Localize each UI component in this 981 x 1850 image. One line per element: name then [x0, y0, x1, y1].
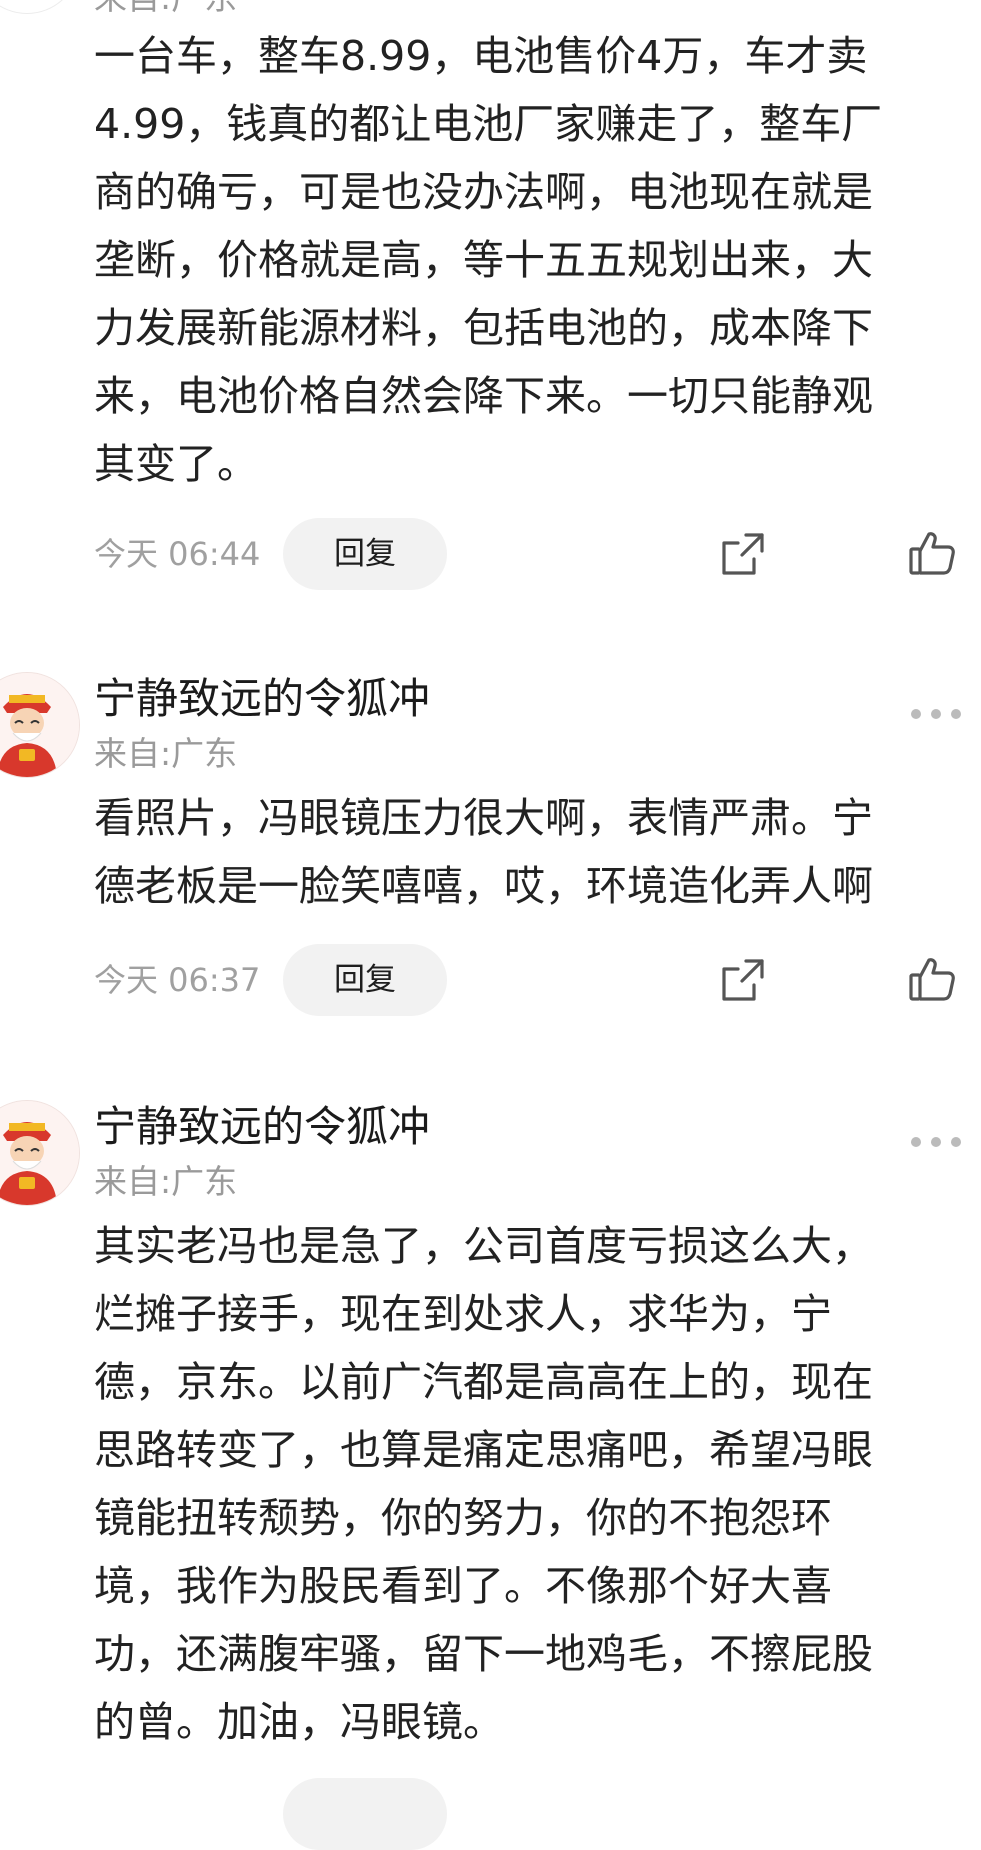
comment-time: 今天 06:37 — [94, 961, 261, 999]
comment-line: 4.99，钱真的都让电池厂家赚走了，整车厂 — [94, 100, 883, 148]
comment-line: 力发展新能源材料，包括电池的，成本降下 — [94, 304, 873, 352]
comment-line: 功，还满腹牢骚，留下一地鸡毛，不擦屁股 — [94, 1630, 873, 1678]
share-icon[interactable] — [720, 957, 766, 1003]
avatar[interactable] — [0, 0, 80, 14]
reply-button[interactable]: 回复 — [283, 518, 447, 590]
thumbs-up-icon[interactable] — [908, 955, 956, 1003]
comment-line: 其实老冯也是急了，公司首度亏损这么大， — [94, 1222, 873, 1270]
comment-line: 看照片，冯眼镜压力很大啊，表情严肃。宁 — [94, 794, 873, 842]
more-horizontal-icon[interactable] — [908, 702, 964, 726]
share-icon[interactable] — [720, 531, 766, 577]
comment-text: 其实老冯也是急了，公司首度亏损这么大， 烂摊子接手，现在到处求人，求华为，宁 德… — [94, 1212, 964, 1756]
location-label: 来自:广东 — [94, 0, 237, 18]
comment-text: 看照片，冯眼镜压力很大啊，表情严肃。宁 德老板是一脸笑嘻嘻，哎，环境造化弄人啊 — [94, 784, 964, 920]
location-label: 来自:广东 — [94, 734, 238, 773]
avatar[interactable] — [0, 672, 80, 778]
more-horizontal-icon[interactable] — [908, 1130, 964, 1154]
username[interactable]: 宁静致远的令狐冲 — [94, 674, 430, 724]
comment-line: 镜能扭转颓势，你的努力，你的不抱怨环 — [94, 1494, 832, 1542]
comment-line: 烂摊子接手，现在到处求人，求华为，宁 — [94, 1290, 832, 1338]
comment-line: 思路转变了，也算是痛定思痛吧，希望冯眼 — [94, 1426, 873, 1474]
comment-line: 德，京东。以前广汽都是高高在上的，现在 — [94, 1358, 873, 1406]
location-label: 来自:广东 — [94, 1162, 238, 1201]
username[interactable]: 宁静致远的令狐冲 — [94, 1102, 430, 1152]
comment-line: 境，我作为股民看到了。不像那个好大喜 — [94, 1562, 832, 1610]
thumbs-up-icon[interactable] — [908, 529, 956, 577]
comment-line: 来，电池价格自然会降下来。一切只能静观 — [94, 372, 873, 420]
comment-line: 德老板是一脸笑嘻嘻，哎，环境造化弄人啊 — [94, 862, 873, 910]
avatar[interactable] — [0, 1100, 80, 1206]
comment-line: 一台车，整车8.99，电池售价4万，车才卖 — [94, 32, 868, 80]
comment-line: 商的确亏，可是也没办法啊，电池现在就是 — [94, 168, 873, 216]
comment-time: 今天 06:44 — [94, 535, 261, 573]
reply-button[interactable]: 回复 — [283, 944, 447, 1016]
reply-button[interactable] — [283, 1778, 447, 1850]
comment-line: 的曾。加油，冯眼镜。 — [94, 1698, 504, 1746]
comment-text: 一台车，整车8.99，电池售价4万，车才卖 4.99，钱真的都让电池厂家赚走了，… — [94, 22, 964, 498]
comment-line: 垄断，价格就是高，等十五五规划出来，大 — [94, 236, 873, 284]
comment-line: 其变了。 — [94, 440, 258, 488]
